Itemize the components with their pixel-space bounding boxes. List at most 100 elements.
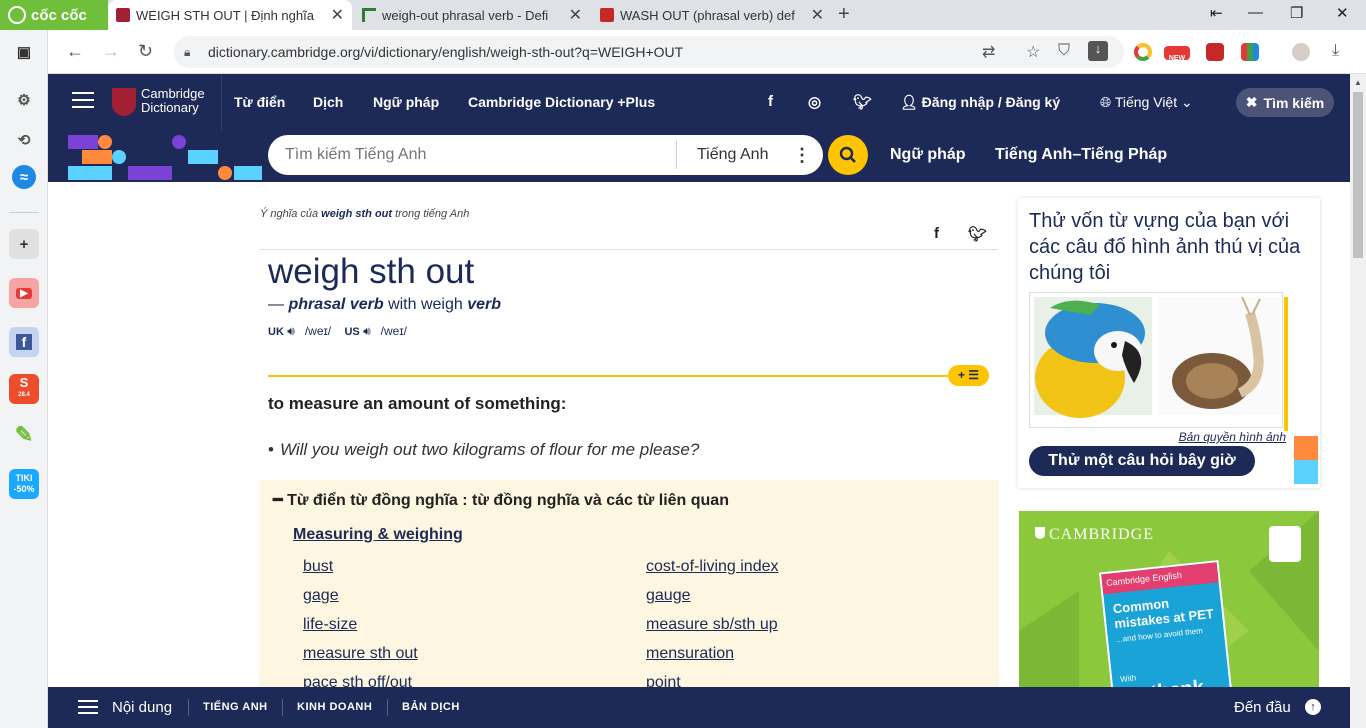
- tab-weigh-sth-out[interactable]: WEIGH STH OUT | Định nghĩa ✕: [108, 0, 352, 30]
- back-arrow-icon[interactable]: ←: [66, 41, 84, 62]
- site-logo[interactable]: Cambridge Dictionary: [141, 87, 205, 115]
- us-ipa: /weɪ/: [380, 324, 407, 338]
- language-selector[interactable]: 🌐︎ Tiếng Việt ⌄: [1100, 94, 1193, 111]
- thesaurus-word[interactable]: bust: [303, 558, 333, 576]
- login-link[interactable]: 👤︎ Đăng nhập / Đăng ký: [900, 94, 1060, 111]
- thesaurus-word[interactable]: measure sb/sth up: [646, 616, 778, 634]
- coccoc-dictionary-icon[interactable]: ✎: [9, 420, 39, 450]
- uk-audio-icon[interactable]: 🔊︎: [287, 324, 295, 338]
- login-label: Đăng nhập / Đăng ký: [921, 94, 1061, 110]
- search-toggle-button[interactable]: ✖ Tìm kiếm: [1236, 88, 1334, 117]
- thesaurus-topic-link[interactable]: Measuring & weighing: [293, 526, 463, 544]
- dictionary-selector[interactable]: Tiếng Anh: [677, 146, 777, 164]
- pos-label: phrasal verb: [288, 296, 384, 313]
- history-icon[interactable]: ⟲: [9, 125, 39, 155]
- browser-brand[interactable]: cốc cốc: [0, 0, 108, 30]
- scroll-up-icon[interactable]: ▲: [1354, 78, 1362, 87]
- twitter-icon[interactable]: 🐦︎: [853, 93, 872, 111]
- tiki-icon[interactable]: TIKI -50%: [9, 469, 39, 499]
- palette-extension-icon[interactable]: [1241, 43, 1259, 61]
- forward-arrow-icon[interactable]: →: [102, 41, 120, 62]
- tab-wash-out[interactable]: WASH OUT (phrasal verb) def ✕: [592, 0, 832, 30]
- new-badge-extension-icon[interactable]: NEW: [1164, 46, 1190, 62]
- logo-line1: Cambridge: [141, 86, 205, 101]
- link-business[interactable]: KINH DOANH: [297, 701, 372, 713]
- reload-icon[interactable]: ↻: [138, 41, 153, 62]
- advertisement[interactable]: CAMBRIDGE Cambridge English Common mista…: [1019, 511, 1319, 687]
- nav-translate[interactable]: Dịch: [313, 94, 343, 110]
- chrome-extension-icon[interactable]: [1134, 43, 1152, 61]
- try-quiz-button[interactable]: Thử một câu hỏi bây giờ: [1029, 446, 1255, 476]
- search-button[interactable]: [828, 135, 868, 175]
- messenger-icon[interactable]: ≈: [12, 165, 36, 189]
- youtube-icon[interactable]: ▶: [9, 278, 39, 308]
- thesaurus-word[interactable]: gage: [303, 587, 339, 605]
- thesaurus-word[interactable]: pace sth off/out: [303, 674, 412, 687]
- cambridge-crest-icon[interactable]: [112, 88, 136, 116]
- lock-icon: 🔒︎: [184, 45, 191, 59]
- user-icon: 👤︎: [900, 94, 922, 110]
- contents-link[interactable]: Nội dung: [112, 699, 172, 716]
- link-grammar[interactable]: Ngữ pháp: [890, 146, 966, 164]
- nav-plus[interactable]: Cambridge Dictionary +Plus: [468, 94, 655, 110]
- shopee-icon[interactable]: S 28.4: [9, 374, 39, 404]
- tab-search-icon[interactable]: ⇤: [1210, 4, 1223, 22]
- thesaurus-word[interactable]: mensuration: [646, 645, 734, 663]
- instagram-icon[interactable]: ◎: [808, 93, 821, 111]
- crest-icon: [1035, 527, 1045, 539]
- new-tab-icon[interactable]: +: [838, 3, 850, 26]
- thesaurus-word[interactable]: cost-of-living index: [646, 558, 779, 576]
- sidebar-divider: [9, 212, 39, 213]
- maximize-icon[interactable]: ❐: [1290, 4, 1303, 22]
- close-tab-icon[interactable]: ✕: [331, 5, 344, 25]
- quiz-images[interactable]: [1029, 292, 1288, 431]
- exam-badge-icon: [1269, 526, 1301, 562]
- search-input[interactable]: [268, 146, 676, 164]
- add-app-icon[interactable]: +: [9, 229, 39, 259]
- download-page-icon[interactable]: ↓: [1088, 41, 1108, 61]
- scrollbar-thumb[interactable]: [1353, 92, 1363, 258]
- breadcrumb: Ý nghĩa của weigh sth out trong tiếng An…: [260, 208, 469, 220]
- add-to-list-button[interactable]: + ☰: [948, 365, 989, 386]
- image-credit-link[interactable]: Bản quyền hình ảnh: [1179, 430, 1286, 444]
- profile-avatar[interactable]: [1292, 43, 1310, 61]
- shopee-badge: 28.4: [18, 392, 30, 398]
- arrow-up-icon[interactable]: ↑: [1305, 699, 1321, 715]
- tab-weigh-out[interactable]: weigh-out phrasal verb - Defi ✕: [354, 0, 590, 30]
- extension-icon[interactable]: [1206, 43, 1224, 61]
- share-facebook-icon[interactable]: f: [934, 225, 939, 242]
- more-options-icon[interactable]: ⋮: [793, 145, 811, 166]
- share-twitter-icon[interactable]: 🐦︎: [968, 225, 987, 243]
- nav-dictionary[interactable]: Từ điển: [234, 94, 285, 110]
- nav-grammar[interactable]: Ngữ pháp: [373, 94, 439, 110]
- thesaurus-word[interactable]: point: [646, 674, 681, 687]
- close-tab-icon[interactable]: ✕: [811, 5, 824, 25]
- link-translation[interactable]: BẢN DỊCH: [402, 701, 460, 713]
- thesaurus-heading[interactable]: ━ Từ điển từ đồng nghĩa : từ đồng nghĩa …: [273, 490, 729, 510]
- facebook-icon[interactable]: f: [9, 327, 39, 357]
- search-toggle-label: Tìm kiếm: [1263, 94, 1325, 111]
- close-tab-icon[interactable]: ✕: [569, 5, 582, 25]
- contents-menu-icon[interactable]: [78, 700, 98, 714]
- shield-icon[interactable]: ⛉: [1058, 42, 1070, 60]
- settings-gear-icon[interactable]: ⚙: [9, 85, 39, 115]
- download-icon[interactable]: ⤓: [1332, 42, 1339, 60]
- link-english[interactable]: TIẾNG ANH: [203, 701, 268, 713]
- close-window-icon[interactable]: ✕: [1336, 4, 1349, 22]
- thesaurus-word[interactable]: life-size: [303, 616, 357, 634]
- thesaurus-word[interactable]: measure sth out: [303, 645, 418, 663]
- uk-ipa: /weɪ/: [304, 324, 332, 338]
- translate-icon[interactable]: ⇄: [982, 42, 995, 62]
- page-scrollbar[interactable]: ▲: [1350, 74, 1366, 728]
- back-to-top-link[interactable]: Đến đầu: [1234, 699, 1291, 716]
- link-english-french[interactable]: Tiếng Anh–Tiếng Pháp: [995, 146, 1167, 164]
- definition: to measure an amount of something:: [268, 394, 567, 413]
- facebook-icon[interactable]: f: [768, 93, 773, 110]
- sidebar-panel-icon[interactable]: ▣: [9, 37, 39, 67]
- bookmark-star-icon[interactable]: ☆: [1026, 42, 1040, 62]
- thesaurus-word[interactable]: gauge: [646, 587, 691, 605]
- us-audio-icon[interactable]: 🔊︎: [363, 324, 371, 338]
- hamburger-menu-icon[interactable]: [72, 92, 94, 108]
- minimize-icon[interactable]: —: [1248, 4, 1263, 21]
- search-box: Tiếng Anh ⋮: [268, 135, 823, 175]
